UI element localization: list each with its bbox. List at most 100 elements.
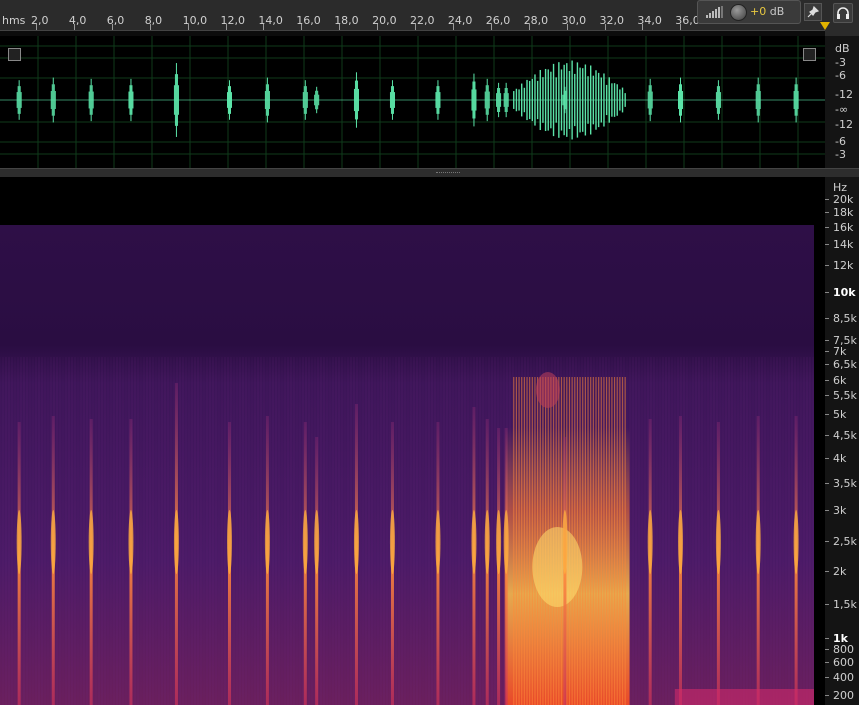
frequency-tick <box>825 483 829 484</box>
pin-button[interactable] <box>804 3 822 21</box>
ruler-tick-mark <box>604 24 606 30</box>
wave-burst <box>264 77 270 123</box>
splitter-grip[interactable] <box>436 172 460 175</box>
ruler-tick-label: 8,0 <box>144 14 163 27</box>
frequency-label: 4,5k <box>833 429 857 442</box>
wave-burst <box>128 78 134 122</box>
frequency-label: 3,5k <box>833 477 857 490</box>
frequency-tick <box>825 695 829 696</box>
spectrogram-call-core <box>484 510 490 574</box>
wave-burst <box>389 80 395 120</box>
signal-bars-icon <box>706 6 723 18</box>
frequency-label: 6k <box>833 374 847 387</box>
spectrogram-call-core <box>353 510 359 574</box>
frequency-label: 20k <box>833 193 854 206</box>
frequency-label: 10k <box>833 286 856 299</box>
frequency-tick <box>825 380 829 381</box>
wave-burst <box>16 80 22 120</box>
ruler-tick-label: 26,0 <box>485 14 511 27</box>
frequency-label: 2,5k <box>833 535 857 548</box>
spectrogram-call-core <box>88 510 94 574</box>
ruler-tick-mark <box>528 24 530 30</box>
spectral-frequency-display[interactable] <box>0 177 825 705</box>
wave-burst <box>755 77 761 123</box>
ruler-tick-mark <box>301 24 303 30</box>
wave-burst <box>88 78 94 122</box>
frequency-tick <box>825 638 829 639</box>
spectrogram-background <box>0 225 814 705</box>
ruler-tick-label: 20,0 <box>372 14 397 27</box>
spectrogram-call-core <box>435 510 441 574</box>
frequency-label: 18k <box>833 206 854 219</box>
spectrogram-call-core <box>302 510 308 574</box>
frequency-tick <box>825 677 829 678</box>
frequency-tick <box>825 541 829 542</box>
frequency-tick <box>825 604 829 605</box>
spectrogram-call-core <box>678 510 684 574</box>
spectrogram-harmonic-blob <box>535 372 560 408</box>
spectrogram-call-core <box>16 510 22 574</box>
wave-burst <box>302 80 308 120</box>
amplitude-scale-label: -3 <box>835 148 846 161</box>
wave-burst <box>471 73 477 127</box>
spectrogram-call-core <box>755 510 761 574</box>
frequency-tick <box>825 649 829 650</box>
amplitude-scale-label: -12 <box>835 88 853 101</box>
ruler-tick-label: 12,0 <box>220 14 246 27</box>
ruler-tick-label: 2,0 <box>31 14 49 27</box>
frequency-label: 200 <box>833 689 854 702</box>
ruler-tick-mark <box>73 24 75 30</box>
ruler-tick-label: 16,0 <box>296 14 321 27</box>
amplitude-scale-label: -∞ <box>835 103 849 116</box>
ruler-tick-label: 28,0 <box>523 14 549 27</box>
frequency-tick <box>825 340 829 341</box>
pin-icon <box>807 5 820 18</box>
frequency-scale: Hz 20k 18k 16k 14k 12k 10k 8,5k 7,5k 7k 6,5k 6k 5,5k… <box>825 177 859 705</box>
spectrogram-call-core <box>173 510 179 574</box>
frequency-label: 600 <box>833 656 854 669</box>
wave-burst <box>50 77 56 123</box>
headphones-icon <box>837 7 849 19</box>
ruler-tick-label: 32,0 <box>599 14 625 27</box>
frequency-label: 16k <box>833 221 854 234</box>
gain-unit: dB <box>769 5 785 18</box>
frequency-tick <box>825 395 829 396</box>
wave-burst <box>227 80 232 120</box>
amplitude-unit-label: dB <box>835 42 850 55</box>
zoom-out-icon[interactable] <box>803 48 816 61</box>
waveform-panel[interactable] <box>0 36 825 168</box>
frequency-label: 4k <box>833 452 847 465</box>
ruler-tick-mark <box>111 24 113 30</box>
ruler-tick-mark <box>36 24 37 30</box>
spectrogram-call-core <box>496 510 502 574</box>
spectrogram-nyquist-band <box>0 177 825 225</box>
ruler-tick-mark <box>377 24 379 30</box>
playhead-marker[interactable] <box>820 22 830 30</box>
wave-burst <box>435 80 441 120</box>
ruler-tick-label: 10,0 <box>182 14 208 27</box>
wave-burst <box>793 77 799 123</box>
frequency-tick <box>825 199 829 200</box>
ruler-tick-mark <box>149 24 151 30</box>
output-gain-control: +0 dB <box>697 0 801 24</box>
ruler-tick-label: 4,0 <box>68 14 87 27</box>
ruler-tick-mark <box>680 24 682 30</box>
ruler-tick-label: 34,0 <box>637 14 662 27</box>
amplitude-scale-label: -3 <box>835 56 846 69</box>
spectrogram-call-core <box>647 510 653 574</box>
spectrogram-call-core <box>389 510 395 574</box>
spectrogram-call-core <box>793 510 799 574</box>
headphones-button[interactable] <box>833 3 853 23</box>
spectrogram-call-core <box>503 510 509 574</box>
frequency-label: 400 <box>833 671 854 684</box>
ruler-tick-mark <box>225 24 227 30</box>
wave-burst <box>353 72 359 128</box>
zoom-in-icon[interactable] <box>8 48 21 61</box>
amplitude-scale-label: -12 <box>835 118 853 131</box>
wave-burst <box>496 82 502 118</box>
frequency-label: 6,5k <box>833 358 857 371</box>
spectrogram-low-band <box>674 689 814 705</box>
gain-readout: +0 dB <box>750 5 784 18</box>
volume-knob-icon[interactable] <box>730 4 747 21</box>
ruler-tick-mark <box>642 24 644 30</box>
